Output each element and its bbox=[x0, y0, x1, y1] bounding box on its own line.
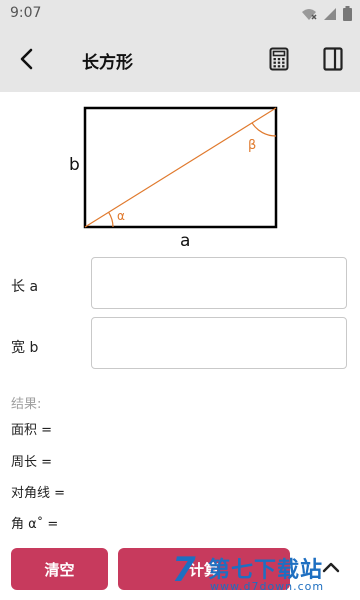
alpha-arc bbox=[108, 212, 114, 228]
side-a-label: a bbox=[180, 231, 190, 251]
clear-button[interactable]: 清空 bbox=[11, 548, 108, 590]
width-input[interactable] bbox=[91, 317, 347, 369]
page-title: 长方形 bbox=[82, 53, 133, 73]
beta-label: β bbox=[248, 138, 256, 153]
results-title: 结果: bbox=[11, 397, 42, 412]
status-icons bbox=[301, 6, 352, 21]
side-panel-button[interactable] bbox=[316, 42, 350, 76]
watermark-logo: 7 bbox=[172, 550, 196, 590]
app-bar: 长方形 bbox=[0, 28, 360, 92]
status-time: 9:07 bbox=[10, 5, 42, 21]
status-bar: 9:07 bbox=[0, 0, 360, 28]
beta-arc bbox=[251, 122, 277, 137]
alpha-label: α bbox=[117, 209, 125, 223]
calculator-button[interactable] bbox=[262, 42, 296, 76]
rectangle-diagram: α β b a bbox=[69, 106, 278, 251]
result-diagonal: 对角线 = bbox=[11, 486, 66, 501]
length-input[interactable] bbox=[91, 257, 347, 309]
battery-icon bbox=[343, 6, 352, 21]
calculator-icon bbox=[269, 47, 289, 71]
back-arrow-icon bbox=[20, 48, 33, 70]
diagonal-line bbox=[84, 107, 277, 228]
side-panel-icon bbox=[323, 47, 343, 71]
result-area: 面积 = bbox=[11, 423, 53, 438]
result-angle: 角 α˚ = bbox=[11, 517, 59, 532]
wifi-icon bbox=[302, 8, 317, 20]
signal-icon bbox=[324, 7, 336, 20]
length-label: 长 a bbox=[11, 279, 39, 295]
result-perimeter: 周长 = bbox=[11, 455, 53, 470]
watermark-url: www.d7down.com bbox=[210, 580, 325, 593]
width-label: 宽 b bbox=[11, 340, 39, 356]
side-b-label: b bbox=[69, 155, 80, 175]
watermark: 7 第七下载站 www.d7down.com bbox=[172, 548, 358, 598]
back-button[interactable] bbox=[10, 42, 44, 76]
